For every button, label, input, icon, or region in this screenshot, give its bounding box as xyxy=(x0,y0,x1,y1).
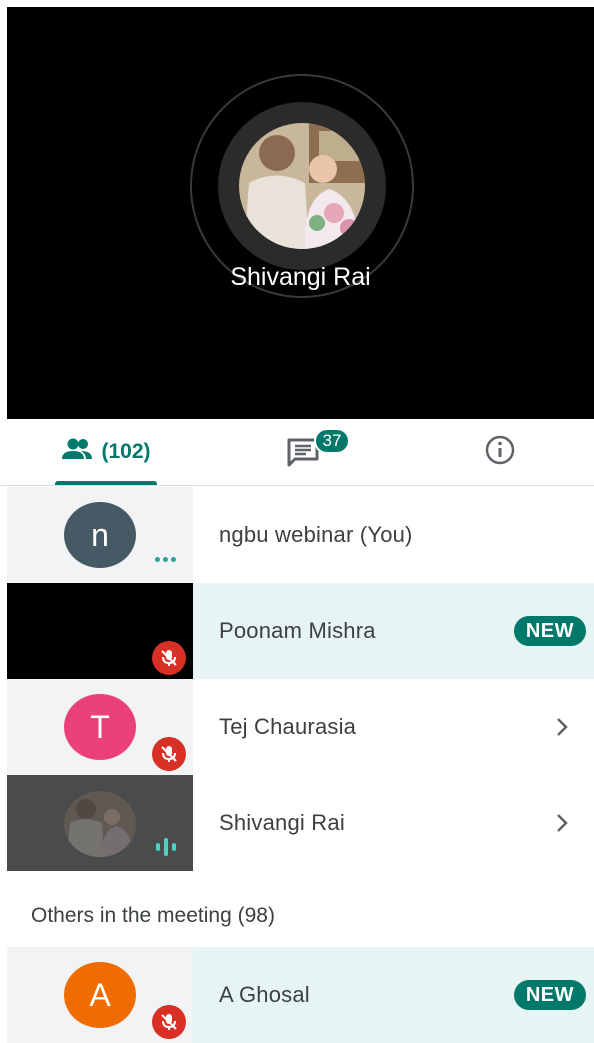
active-tab-indicator xyxy=(55,481,157,485)
others-section-title: Others in the meeting (98) xyxy=(31,904,275,927)
people-count: (102) xyxy=(101,440,151,463)
mic-off-icon xyxy=(152,1005,186,1039)
info-icon xyxy=(484,434,516,471)
new-badge: NEW xyxy=(513,616,586,646)
participant-name: Tej Chaurasia xyxy=(219,714,357,739)
audio-level-icon xyxy=(156,837,176,857)
speaker-name: Shivangi Rai xyxy=(230,263,371,291)
participant-name: Poonam Mishra xyxy=(219,618,376,643)
participant-thumbnail xyxy=(7,775,193,871)
participant-row-self[interactable]: n ngbu webinar (You) xyxy=(7,487,594,583)
panel-tabs: (102) 37 xyxy=(0,419,594,486)
new-badge: NEW xyxy=(513,980,586,1010)
active-speaker-stage[interactable]: Shivangi Rai xyxy=(7,7,594,419)
avatar: A xyxy=(64,962,136,1028)
avatar: T xyxy=(64,694,136,760)
mic-off-icon xyxy=(152,737,186,771)
participant-row-a-ghosal[interactable]: A A Ghosal NEW xyxy=(7,947,594,1043)
participant-thumbnail: n xyxy=(7,487,193,583)
tab-info[interactable] xyxy=(470,419,530,485)
participant-thumbnail: T xyxy=(7,679,193,775)
more-dots-icon[interactable] xyxy=(155,557,176,562)
chat-unread-badge: 37 xyxy=(314,428,350,454)
participant-name: A Ghosal xyxy=(219,982,310,1007)
participant-name: ngbu webinar (You) xyxy=(219,522,413,547)
participant-row-tej[interactable]: T Tej Chaurasia xyxy=(7,679,594,775)
participant-row-poonam[interactable]: Poonam Mishra NEW xyxy=(7,583,594,679)
tab-chat[interactable]: 37 xyxy=(280,419,360,485)
people-icon xyxy=(61,437,93,467)
participant-row-shivangi[interactable]: Shivangi Rai xyxy=(7,775,594,871)
participant-video-tile xyxy=(7,583,193,679)
chevron-right-icon[interactable] xyxy=(552,809,572,837)
chevron-right-icon[interactable] xyxy=(552,713,572,741)
avatar: n xyxy=(64,502,136,568)
avatar xyxy=(64,791,136,857)
participant-thumbnail: A xyxy=(7,947,193,1043)
speaker-avatar-photo xyxy=(239,123,365,249)
tab-people[interactable]: (102) xyxy=(55,419,157,485)
participant-name: Shivangi Rai xyxy=(219,810,345,835)
mic-off-icon xyxy=(152,641,186,675)
